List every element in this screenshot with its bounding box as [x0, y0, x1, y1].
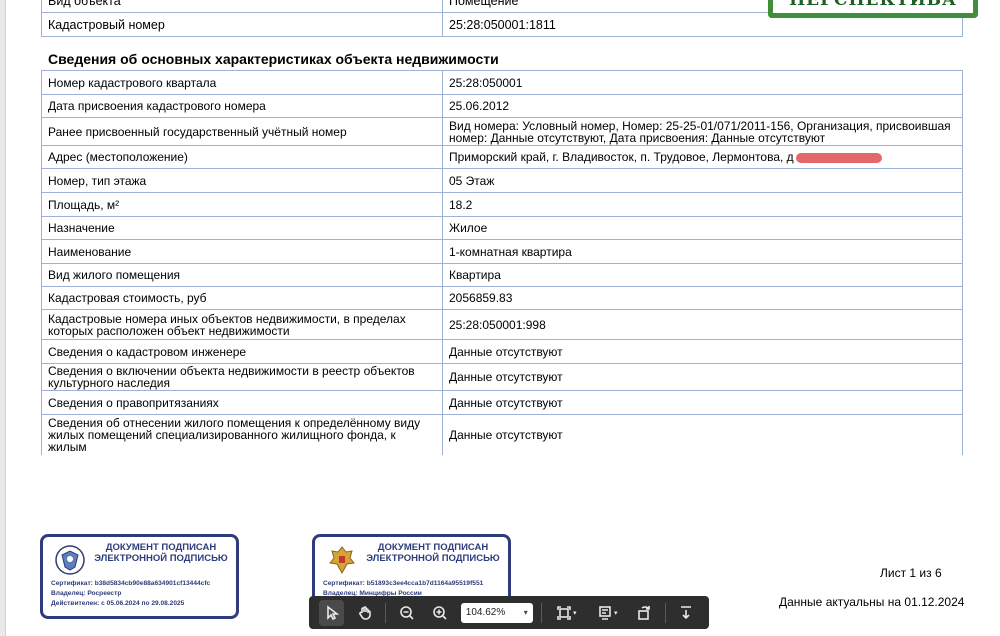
company-logo: ПЕРСПЕКТИВА: [768, 0, 978, 18]
stamp-certificate: Сертификат: b38d5834cb90e88a634901cf1344…: [51, 580, 211, 587]
fit-page-button[interactable]: ▾: [550, 600, 583, 626]
page-view-icon: [599, 605, 611, 620]
row-value: 05 Этаж: [442, 168, 963, 193]
row-value: 18.2: [442, 192, 963, 217]
row-label: Номер кадастрового квартала: [41, 70, 443, 95]
row-value: Квартира: [442, 263, 963, 287]
row-label: Кадастровая стоимость, руб: [41, 286, 443, 310]
zoom-level-select[interactable]: 104.62% ▾: [460, 602, 533, 623]
rotate-icon: [638, 605, 651, 620]
hand-icon: [358, 605, 371, 620]
zoom-out-icon: [400, 605, 414, 620]
row-label: Наименование: [41, 239, 443, 264]
row-label: Вид объекта: [41, 0, 443, 13]
coat-of-arms-icon: [329, 546, 355, 575]
toolbar-divider: [540, 602, 542, 623]
row-label: Дата присвоения кадастрового номера: [41, 94, 443, 118]
table-row: Ранее присвоенный государственный учётны…: [41, 117, 963, 146]
row-label: Адрес (местоположение): [41, 145, 443, 169]
stamp-validity: Действителен: с 05.06.2024 по 29.08.2025: [51, 600, 185, 607]
row-value: 2056859.83: [442, 286, 963, 310]
table-row: Наименование 1-комнатная квартира: [41, 239, 963, 264]
table-row: Сведения о правопритязаниях Данные отсут…: [41, 390, 963, 415]
row-value: Данные отсутствуют: [442, 363, 963, 391]
chevron-down-icon: ▾: [572, 609, 577, 617]
stamp-title: ДОКУМЕНТ ПОДПИСАН ЭЛЕКТРОННОЙ ПОДПИСЬЮ: [94, 542, 228, 564]
table-row: Назначение Жилое: [41, 216, 963, 240]
row-label: Номер, тип этажа: [41, 168, 443, 193]
rotate-button[interactable]: [632, 600, 657, 626]
zoom-in-button[interactable]: [428, 600, 453, 626]
row-label: Площадь, м²: [41, 192, 443, 217]
row-value: Вид номера: Условный номер, Номер: 25-25…: [442, 117, 963, 146]
row-value: Данные отсутствуют: [442, 339, 963, 364]
table-row: Сведения о кадастровом инженере Данные о…: [41, 339, 963, 364]
chevron-down-icon: ▾: [523, 608, 528, 617]
page-edge: [0, 0, 6, 636]
row-label: Кадастровый номер: [41, 12, 443, 37]
hand-tool-button[interactable]: [352, 600, 377, 626]
download-button[interactable]: [674, 600, 699, 626]
download-icon: [681, 605, 692, 619]
zoom-value: 104.62%: [465, 607, 506, 618]
select-tool-button[interactable]: [319, 599, 345, 626]
fit-page-icon: [557, 605, 571, 620]
chevron-down-icon: ▾: [613, 609, 618, 617]
row-label: Назначение: [41, 216, 443, 240]
toolbar-divider: [664, 602, 666, 623]
cursor-icon: [326, 604, 339, 620]
rosreestr-emblem-icon: [55, 545, 85, 575]
page-number: Лист 1 из 6: [880, 566, 942, 580]
stamp-owner: Владелец: Росреестр: [51, 590, 122, 597]
toolbar-divider: [385, 602, 387, 623]
row-value: 25:28:050001:998: [442, 309, 963, 340]
table-row: Сведения о включении объекта недвижимост…: [41, 363, 963, 391]
pdf-viewer-toolbar: 104.62% ▾ ▾ ▾: [309, 596, 709, 629]
stamp-details: Сертификат: b38d5834cb90e88a634901cf1344…: [51, 579, 210, 609]
section-title: Сведения об основных характеристиках объ…: [48, 51, 499, 67]
row-value: Жилое: [442, 216, 963, 240]
stamp-certificate: Сертификат: b51893c3ee4cca1b7d1164a95519…: [323, 580, 484, 587]
table-row: Адрес (местоположение) Приморский край, …: [41, 145, 963, 169]
table-row: Кадастровые номера иных объектов недвижи…: [41, 309, 963, 340]
table-row: Дата присвоения кадастрового номера 25.0…: [41, 94, 963, 118]
data-actual-date: Данные актуальны на 01.12.2024: [779, 595, 965, 609]
row-value: Данные отсутствуют: [442, 414, 963, 455]
table-row: Площадь, м² 18.2: [41, 192, 963, 217]
redaction-mark: [795, 152, 882, 163]
page-view-button[interactable]: ▾: [591, 600, 624, 626]
row-label: Кадастровые номера иных объектов недвижи…: [41, 309, 443, 340]
table-row: Номер кадастрового квартала 25:28:050001: [41, 70, 963, 95]
characteristics-table: Номер кадастрового квартала 25:28:050001…: [41, 70, 963, 455]
row-value: Данные отсутствуют: [442, 390, 963, 415]
row-value: 25:28:050001: [442, 70, 963, 95]
table-row: Кадастровая стоимость, руб 2056859.83: [41, 286, 963, 310]
signature-stamp: ДОКУМЕНТ ПОДПИСАН ЭЛЕКТРОННОЙ ПОДПИСЬЮ С…: [40, 534, 239, 619]
row-label: Сведения о кадастровом инженере: [41, 339, 443, 364]
row-label: Ранее присвоенный государственный учётны…: [41, 117, 443, 146]
table-row: Сведения об отнесении жилого помещения к…: [41, 414, 963, 455]
zoom-in-icon: [433, 605, 447, 620]
address-cell: Приморский край, г. Владивосток, п. Труд…: [442, 145, 963, 169]
logo-text: ПЕРСПЕКТИВА: [789, 0, 957, 10]
zoom-out-button[interactable]: [394, 600, 419, 626]
row-value: 25.06.2012: [442, 94, 963, 118]
row-value: Приморский край, г. Владивосток, п. Труд…: [449, 150, 794, 164]
row-label: Сведения о включении объекта недвижимост…: [41, 363, 443, 391]
row-label: Сведения о правопритязаниях: [41, 390, 443, 415]
row-label: Вид жилого помещения: [41, 263, 443, 287]
stamp-title: ДОКУМЕНТ ПОДПИСАН ЭЛЕКТРОННОЙ ПОДПИСЬЮ: [366, 542, 500, 564]
table-row: Вид жилого помещения Квартира: [41, 263, 963, 287]
row-label: Сведения об отнесении жилого помещения к…: [41, 414, 443, 455]
row-value: 1-комнатная квартира: [442, 239, 963, 264]
table-row: Номер, тип этажа 05 Этаж: [41, 168, 963, 193]
